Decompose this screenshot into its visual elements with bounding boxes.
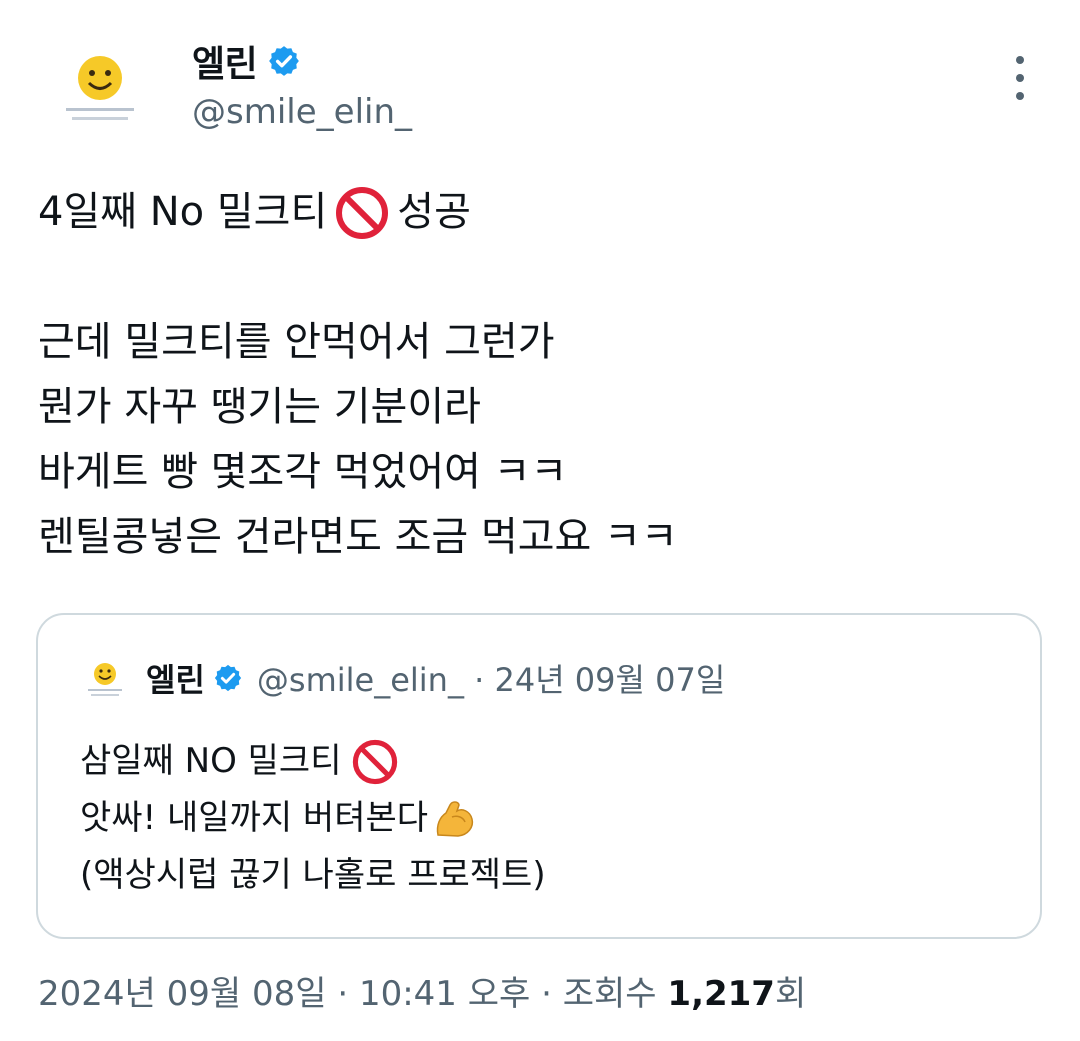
dot	[1016, 74, 1024, 82]
tweet-line-text: 근데 밀크티를 안먹어서 그런가	[38, 319, 555, 365]
smiley-face-avatar-icon	[66, 56, 134, 120]
quoted-line-text: 앗싸! 내일까지 버텨본다	[80, 798, 429, 838]
tweet-time[interactable]: 10:41 오후	[359, 974, 530, 1014]
dot	[1016, 56, 1024, 64]
tweet-line-text: 렌틸콩넣은 건라면도 조금 먹고요 ㅋㅋ	[38, 514, 678, 560]
tweet-line-3: 뭔가 자꾸 땡기는 기분이라	[38, 375, 1038, 440]
tweet-line-5: 렌틸콩넣은 건라면도 조금 먹고요 ㅋㅋ	[38, 505, 1038, 570]
verified-badge-icon	[269, 46, 300, 76]
quoted-line-1: 삼일째 NO 밀크티	[80, 733, 546, 790]
dot	[1016, 92, 1024, 100]
no-entry-icon	[352, 739, 397, 784]
tweet-date[interactable]: 2024년 09월 08일	[38, 974, 327, 1014]
quoted-date: 24년 09월 07일	[494, 661, 726, 699]
quoted-line-2: 앗싸! 내일까지 버텨본다	[80, 790, 546, 847]
quoted-handle: @smile_elin_	[256, 661, 464, 699]
tweet-line-1: 4일째 No 밀크티 성공	[38, 180, 1038, 245]
tweet-meta: 2024년 09월 08일 · 10:41 오후 · 조회수 1,217회	[38, 966, 806, 1015]
author-name-row: 엘린	[192, 36, 301, 86]
tweet-line-2: 근데 밀크티를 안먹어서 그런가	[38, 310, 1038, 375]
views-label: 조회수	[562, 974, 657, 1014]
author-handle[interactable]: @smile_elin_	[192, 92, 412, 132]
quoted-line-text: 삼일째 NO 밀크티	[80, 741, 342, 781]
no-entry-icon	[336, 186, 389, 239]
tweet-line-text: 뭔가 자꾸 땡기는 기분이라	[38, 384, 481, 430]
quoted-author-name: 엘린	[146, 661, 205, 699]
verified-badge-icon	[214, 664, 242, 692]
tweet-header: 엘린 @smile_elin_	[0, 0, 1080, 160]
tweet-line-text: 성공	[397, 189, 471, 235]
quoted-meta: @smile_elin_ · 24년 09월 07일	[257, 655, 725, 701]
views-count: 1,217	[667, 974, 775, 1014]
tweet-line-text: 4일째 No 밀크티	[38, 189, 328, 235]
quoted-line-text: (액상시럽 끊기 나홀로 프로젝트)	[80, 855, 546, 895]
smiley-face-avatar-icon	[88, 663, 122, 696]
avatar[interactable]	[52, 40, 148, 136]
quoted-tweet-card[interactable]: 엘린 @smile_elin_ · 24년 09월 07일 삼일째 NO 밀크티…	[36, 613, 1042, 939]
separator: ·	[541, 974, 552, 1014]
tweet-line-text: 바게트 빵 몇조각 먹었어여 ㅋㅋ	[38, 449, 568, 495]
more-options-icon[interactable]	[1006, 56, 1034, 100]
avatar	[80, 653, 130, 703]
views-suffix: 회	[774, 974, 807, 1014]
tweet-text: 4일째 No 밀크티 성공 근데 밀크티를 안먹어서 그런가 뭔가 자꾸 땡기는…	[38, 180, 1038, 570]
quoted-tweet-header: 엘린 @smile_elin_ · 24년 09월 07일	[80, 653, 725, 703]
author-name[interactable]: 엘린	[192, 35, 258, 87]
flexed-biceps-icon	[436, 800, 474, 837]
separator: ·	[337, 974, 349, 1014]
tweet-line-4: 바게트 빵 몇조각 먹었어여 ㅋㅋ	[38, 440, 1038, 505]
quoted-line-3: (액상시럽 끊기 나홀로 프로젝트)	[80, 847, 546, 904]
separator: ·	[474, 661, 485, 699]
quoted-tweet-text: 삼일째 NO 밀크티 앗싸! 내일까지 버텨본다 (액상시럽 끊기 나홀로 프로…	[80, 733, 546, 904]
